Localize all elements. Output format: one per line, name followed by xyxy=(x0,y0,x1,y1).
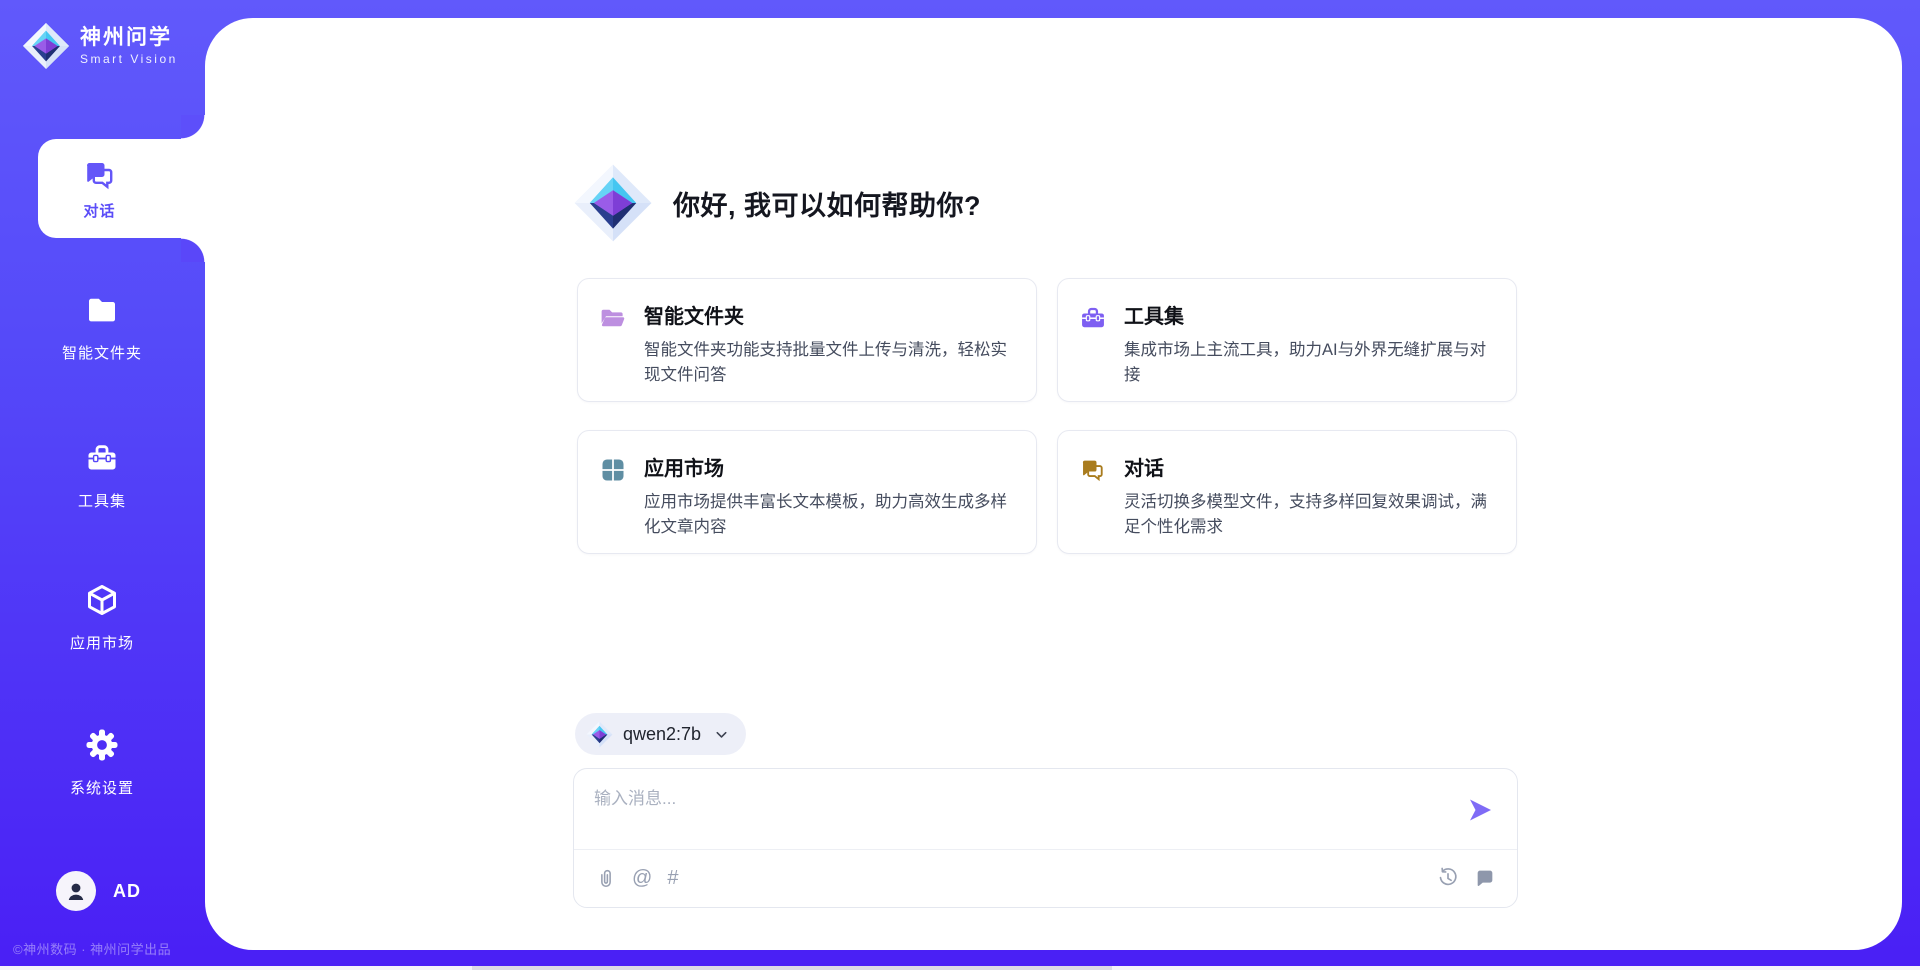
feature-card-app-market[interactable]: 应用市场 应用市场提供丰富长文本模板，助力高效生成多样化文章内容 xyxy=(577,430,1037,554)
chat-icon xyxy=(82,157,118,193)
grid-icon xyxy=(599,456,627,484)
brand-diamond-icon xyxy=(22,22,70,70)
brand-diamond-icon xyxy=(586,721,613,748)
composer-toolbar: @ # xyxy=(574,849,1517,907)
feature-card-chat[interactable]: 对话 灵活切换多模型文件，支持多样回复效果调试，满足个性化需求 xyxy=(1057,430,1517,554)
gear-icon xyxy=(84,727,120,763)
mention-button[interactable]: @ xyxy=(632,866,652,890)
sidebar-item-toolset[interactable]: 工具集 xyxy=(0,440,204,511)
horizontal-scrollbar[interactable] xyxy=(0,966,1920,970)
user-initials: AD xyxy=(113,881,141,902)
brand-diamond-icon xyxy=(573,163,653,243)
hash-button[interactable]: # xyxy=(667,866,678,890)
copyright-text: ©神州数码 · 神州问学出品 xyxy=(13,939,171,958)
card-title: 工具集 xyxy=(1124,300,1494,329)
message-input[interactable] xyxy=(594,784,1454,842)
greeting-block: 你好, 我可以如何帮助你? xyxy=(573,163,981,243)
composer: @ # xyxy=(573,768,1518,908)
brand-name: 神州问学 xyxy=(80,26,178,49)
attach-file-button[interactable] xyxy=(595,866,617,890)
toolbox-icon xyxy=(1079,304,1107,332)
greeting-title: 你好, 我可以如何帮助你? xyxy=(673,184,981,223)
card-title: 智能文件夹 xyxy=(644,300,1014,329)
sidebar-item-label: 应用市场 xyxy=(0,632,204,653)
history-button[interactable] xyxy=(1437,866,1459,890)
folder-open-icon xyxy=(599,304,627,332)
feature-card-toolset[interactable]: 工具集 集成市场上主流工具，助力AI与外界无缝扩展与对接 xyxy=(1057,278,1517,402)
comment-button[interactable] xyxy=(1474,866,1496,890)
brand-subtitle: Smart Vision xyxy=(80,52,178,66)
comment-icon xyxy=(1474,867,1496,889)
brand-logo: 神州问学 Smart Vision xyxy=(22,22,178,70)
cube-icon xyxy=(84,582,120,618)
user-profile[interactable]: AD xyxy=(56,871,141,911)
sidebar-item-label: 对话 xyxy=(83,200,115,221)
send-button[interactable] xyxy=(1466,796,1494,824)
card-description: 灵活切换多模型文件，支持多样回复效果调试，满足个性化需求 xyxy=(1124,490,1494,540)
card-description: 智能文件夹功能支持批量文件上传与清洗，轻松实现文件问答 xyxy=(644,338,1014,388)
sidebar-item-app-market[interactable]: 应用市场 xyxy=(0,582,204,653)
card-description: 应用市场提供丰富长文本模板，助力高效生成多样化文章内容 xyxy=(644,490,1014,540)
attachment-icon xyxy=(595,867,617,889)
hash-icon: # xyxy=(667,868,678,888)
chat-icon xyxy=(1079,456,1107,484)
sidebar: 神州问学 Smart Vision 对话 智能文件夹 工具集 xyxy=(0,0,205,970)
feature-card-smart-folder[interactable]: 智能文件夹 智能文件夹功能支持批量文件上传与清洗，轻松实现文件问答 xyxy=(577,278,1037,402)
mention-icon: @ xyxy=(632,868,652,888)
card-title: 应用市场 xyxy=(644,452,1014,481)
history-icon xyxy=(1437,867,1459,889)
sidebar-item-label: 系统设置 xyxy=(0,777,204,798)
scrollbar-thumb[interactable] xyxy=(472,966,1112,970)
sidebar-item-label: 智能文件夹 xyxy=(0,342,204,363)
send-icon xyxy=(1466,796,1494,824)
folder-icon xyxy=(84,292,120,328)
model-name: qwen2:7b xyxy=(623,724,701,745)
chevron-down-icon xyxy=(713,726,730,743)
main-content: 你好, 我可以如何帮助你? 智能文件夹 智能文件夹功能支持批量文件上传与清洗，轻… xyxy=(205,18,1902,950)
card-description: 集成市场上主流工具，助力AI与外界无缝扩展与对接 xyxy=(1124,338,1494,388)
active-tab-fillet-top xyxy=(181,115,205,139)
sidebar-item-settings[interactable]: 系统设置 xyxy=(0,727,204,798)
card-title: 对话 xyxy=(1124,452,1494,481)
app-root: 神州问学 Smart Vision 对话 智能文件夹 工具集 xyxy=(0,0,1920,970)
toolbox-icon xyxy=(84,440,120,476)
sidebar-item-smart-folder[interactable]: 智能文件夹 xyxy=(0,292,204,363)
active-tab-fillet-bottom xyxy=(181,238,205,262)
sidebar-item-label: 工具集 xyxy=(0,490,204,511)
avatar xyxy=(56,871,96,911)
person-icon xyxy=(64,879,88,903)
model-selector[interactable]: qwen2:7b xyxy=(575,713,746,755)
feature-cards: 智能文件夹 智能文件夹功能支持批量文件上传与清洗，轻松实现文件问答 工具集 集成… xyxy=(577,278,1517,554)
sidebar-item-chat[interactable]: 对话 xyxy=(38,139,205,238)
